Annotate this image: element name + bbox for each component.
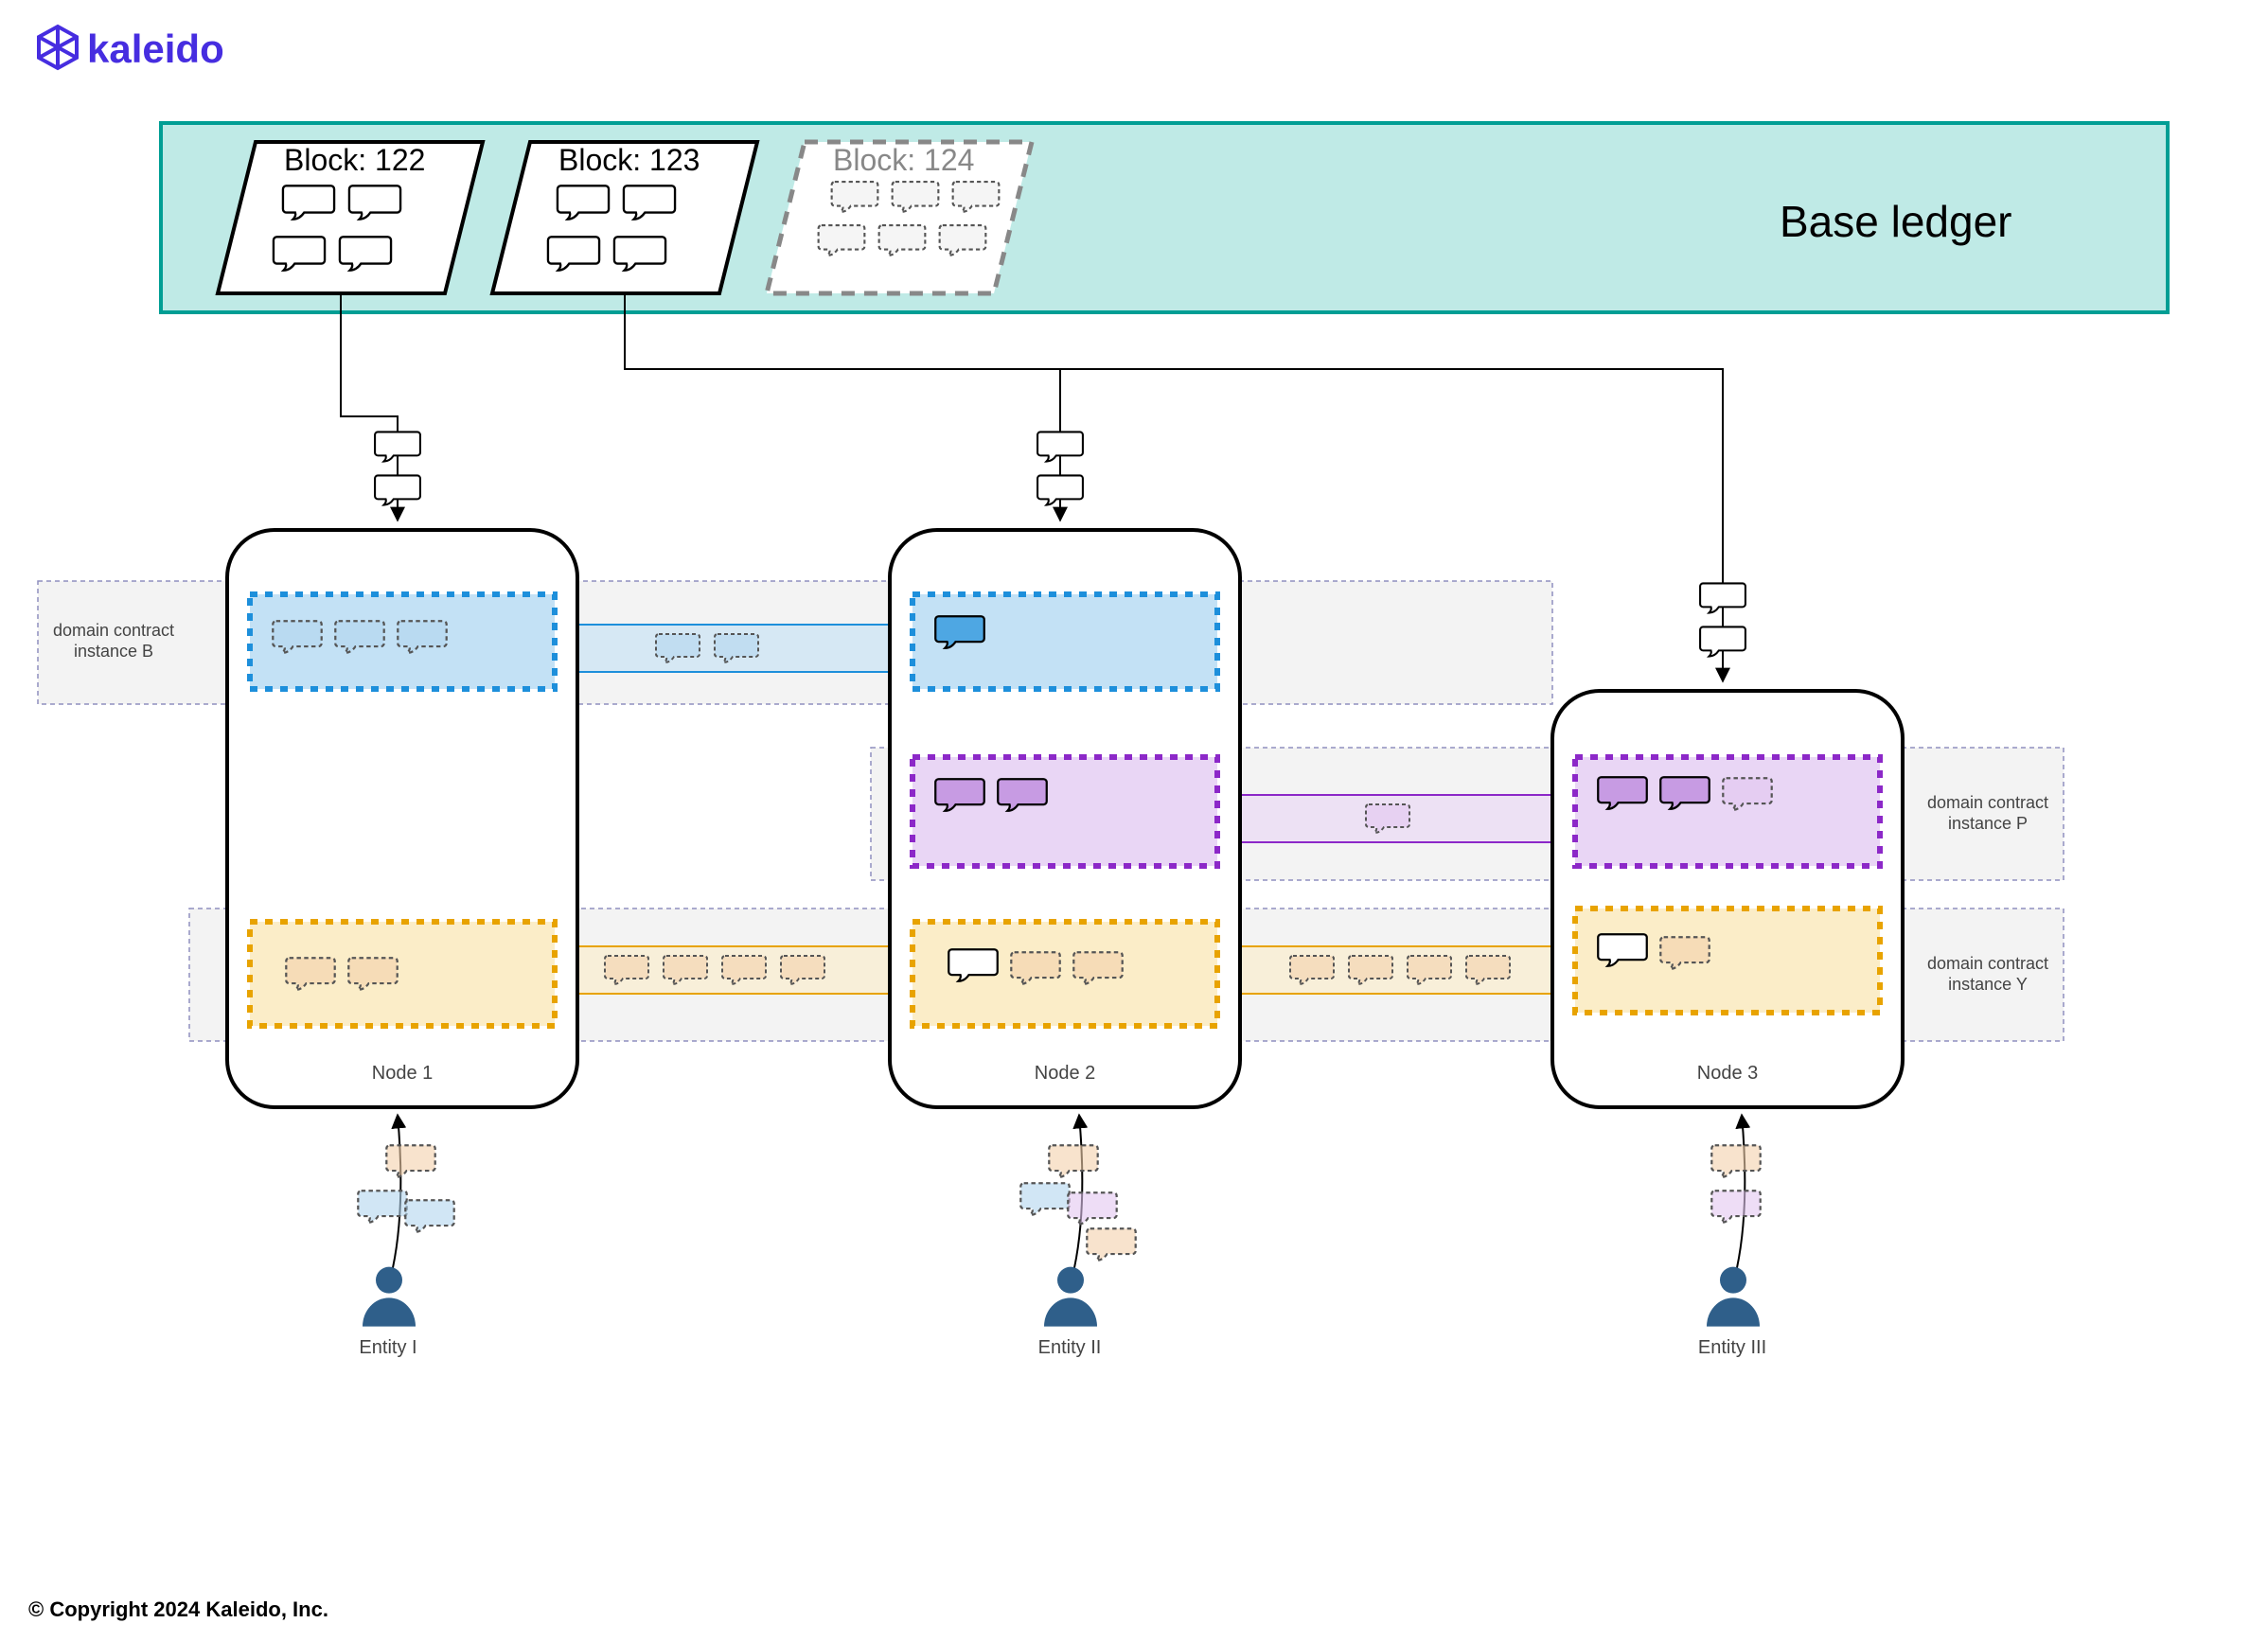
- entity-1-label: Entity I: [359, 1337, 416, 1358]
- base-ledger-title: Base ledger: [1780, 197, 2012, 246]
- brand-mark: [39, 26, 77, 68]
- dc-y-label-1: domain contract: [1927, 954, 2048, 973]
- node-2-label: Node 2: [1035, 1063, 1096, 1084]
- entities: Entity I Entity II Entity III: [358, 1115, 1766, 1358]
- intent-icon: [1711, 1145, 1760, 1177]
- copyright-text: © Copyright 2024 Kaleido, Inc.: [0, 1579, 2268, 1641]
- block-123-label: Block: 123: [558, 143, 700, 177]
- base-ledger: Base ledger Block: 122 Block: 123 Block:…: [161, 123, 2168, 312]
- block-123: Block: 123: [492, 142, 757, 293]
- block-122-label: Block: 122: [284, 143, 425, 177]
- node-2: Node 2: [890, 530, 1240, 1107]
- node-3-label: Node 3: [1697, 1063, 1759, 1084]
- dc-y-label-2: instance Y: [1948, 975, 2028, 994]
- intent-icon: [1068, 1192, 1116, 1225]
- dc-p-label-2: instance P: [1948, 814, 2028, 833]
- person-icon: [1044, 1267, 1097, 1327]
- node-1-label: Node 1: [372, 1063, 434, 1084]
- block-124: Block: 124: [767, 142, 1032, 293]
- node-3: Node 3: [1552, 691, 1903, 1107]
- brand-logo: kaleido: [39, 26, 224, 71]
- entity-3-label: Entity III: [1698, 1337, 1766, 1358]
- intent-icon: [1020, 1183, 1069, 1215]
- intent-icon: [1087, 1228, 1135, 1261]
- dc-p-label-1: domain contract: [1927, 793, 2048, 812]
- node-1: Node 1: [227, 530, 577, 1107]
- dc-b-label-1: domain contract: [53, 621, 174, 640]
- entity-2-label: Entity II: [1038, 1337, 1102, 1358]
- intent-icon: [405, 1200, 453, 1232]
- dc-b-label-2: instance B: [74, 642, 153, 661]
- intent-icon: [1711, 1191, 1760, 1223]
- intent-icon: [386, 1145, 434, 1177]
- person-icon: [363, 1267, 416, 1327]
- block-122: Block: 122: [218, 142, 483, 293]
- person-icon: [1707, 1267, 1760, 1327]
- diagram-canvas: kaleido Base ledger Block: 122 Block: 12…: [0, 0, 2268, 1579]
- brand-text: kaleido: [87, 26, 224, 71]
- intent-icon: [1049, 1145, 1097, 1177]
- block-124-label: Block: 124: [833, 143, 974, 177]
